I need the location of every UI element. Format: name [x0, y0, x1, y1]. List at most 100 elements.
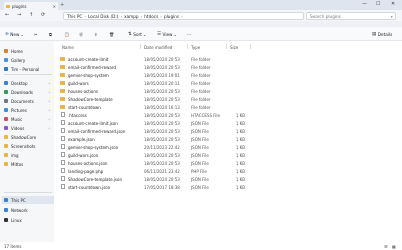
column-header-size[interactable]: Size — [230, 45, 238, 50]
file-row[interactable]: account-create-limit.json 18/05/2024 20:5… — [54, 119, 402, 126]
file-icon — [60, 136, 65, 141]
maximize-button[interactable]: ☐ — [376, 1, 380, 7]
file-date: 18/05/2024 20:53 — [144, 88, 180, 94]
file-name: start-countdown.json — [68, 184, 111, 190]
sidebar-item-gallery[interactable]: Gallery — [4, 56, 54, 64]
minimize-button[interactable]: — — [362, 1, 367, 7]
tab-close-icon[interactable]: ✕ — [53, 4, 56, 9]
sidebar-item-downloads[interactable]: Downloads ⊹ — [4, 88, 54, 96]
file-date: 18/05/2024 16:13 — [144, 104, 180, 110]
breadcrumb-local-disk[interactable]: Local Disk (D:) — [88, 14, 118, 19]
sort-icon: ⇅ — [128, 32, 132, 37]
cut-button[interactable]: ✂ — [34, 32, 38, 37]
pictures-icon — [4, 108, 8, 112]
file-row[interactable]: guild-wars 18/05/2024 20:11 File folder — [54, 79, 402, 86]
column-divider[interactable] — [226, 44, 227, 49]
sidebar-item-desktop[interactable]: Desktop ⊹ — [4, 79, 54, 87]
pin-icon: ⊹ — [48, 126, 51, 130]
tab-plugins[interactable]: plugins ✕ — [4, 2, 58, 10]
file-type: File folder — [191, 104, 211, 110]
sidebar-item-this-pc[interactable]: This PC — [2, 196, 54, 204]
file-icon — [60, 112, 65, 117]
file-date: 06/11/2021 23:42 — [144, 168, 180, 174]
file-type: PHP File — [191, 168, 207, 174]
file-icon — [60, 184, 65, 189]
file-row[interactable]: email-confirmed-reward 18/05/2024 20:53 Fi… — [54, 63, 402, 70]
videos-icon — [4, 126, 8, 130]
file-row[interactable]: ShadowCore-template.json 18/05/2024 20:53… — [54, 175, 402, 182]
column-divider[interactable] — [187, 44, 188, 49]
sidebar-item-label: Documents — [11, 98, 34, 104]
paste-button[interactable]: 📋 — [64, 32, 69, 38]
sidebar-item-label: Videos — [11, 125, 25, 131]
file-row[interactable]: example.json 18/05/2024 20:53 JSON File 1 K… — [54, 135, 402, 142]
sidebar-item-documents[interactable]: Documents ⊹ — [4, 97, 54, 105]
file-row[interactable]: ShadowCore-template 18/05/2024 20:53 File … — [54, 95, 402, 102]
breadcrumb-xampp[interactable]: xampp — [124, 14, 138, 19]
more-options-button[interactable]: ··· — [187, 32, 191, 37]
file-icon — [60, 152, 65, 157]
sidebar-item-tim-personal[interactable]: Tim - Personal — [4, 65, 54, 73]
file-date: 18/05/2024 20:53 — [144, 96, 180, 102]
sidebar-item-music[interactable]: Music ⊹ — [4, 115, 54, 123]
file-row[interactable]: gemier-shop-system.json 20/11/2023 22:42 J… — [54, 143, 402, 150]
file-row[interactable]: email-confirmed-reward.json 18/05/2024 20… — [54, 127, 402, 134]
search-input[interactable]: Search plugins ⌕ — [306, 12, 396, 20]
breadcrumb-separator: › — [140, 13, 143, 19]
file-row[interactable]: houses-actions 18/05/2024 20:53 File folde… — [54, 87, 402, 94]
file-date: 18/05/2024 20:53 — [144, 64, 180, 70]
file-row[interactable]: start-countdown.json 17/05/2017 18:38 JSON… — [54, 183, 402, 190]
view-button[interactable]: ☰ View ⌄ — [157, 32, 177, 37]
sidebar-item-home[interactable]: Home — [4, 47, 54, 55]
new-button[interactable]: ⊕ New ⌄ — [5, 32, 24, 37]
copy-button[interactable]: ⧉ — [49, 32, 52, 37]
file-icon — [60, 176, 65, 181]
breadcrumb-plugins[interactable]: plugins — [164, 14, 179, 19]
address-bar[interactable]: This PC › Local Disk (D:) › xampp › htdo… — [63, 12, 304, 20]
sidebar-item-linux[interactable]: Linux — [4, 216, 54, 224]
back-button[interactable]: ← — [5, 12, 9, 18]
details-view-button[interactable]: ☰ — [384, 244, 388, 249]
up-button[interactable]: ↑ — [29, 12, 33, 18]
breadcrumb-htdocs[interactable]: htdocs — [144, 14, 158, 19]
column-divider[interactable] — [250, 44, 251, 49]
sidebar-item-pictures[interactable]: Pictures ⊹ — [4, 106, 54, 114]
column-header-name[interactable]: Name — [62, 45, 74, 50]
rename-button[interactable]: Ⓐ — [79, 32, 83, 38]
column-header-type[interactable]: Type — [191, 45, 200, 50]
sort-button[interactable]: ⇅ Sort ⌄ — [128, 32, 146, 37]
column-header-date[interactable]: Date modified — [144, 45, 172, 50]
close-window-button[interactable]: ✕ — [391, 1, 395, 7]
refresh-button[interactable]: ⟳ — [41, 12, 45, 18]
file-type: HTACCESS File — [191, 112, 220, 118]
sidebar-item-label: Gallery — [11, 57, 26, 63]
file-row[interactable]: houses-actions.json 18/05/2024 20:53 JSON … — [54, 159, 402, 166]
sidebar-item-screenshots[interactable]: Screenshots — [4, 142, 54, 150]
file-row[interactable]: guild-wars.json 18/05/2024 20:53 JSON File… — [54, 151, 402, 158]
file-date: 18/05/2024 20:53 — [144, 112, 180, 118]
tiles-view-button[interactable]: ▦ — [392, 244, 396, 249]
new-tab-button[interactable]: + — [60, 2, 64, 8]
sidebar-item-network[interactable]: Network — [4, 206, 54, 214]
file-row[interactable]: account-create-limit 18/05/2024 20:53 File… — [54, 55, 402, 62]
file-name: ShadowCore-template.json — [68, 176, 122, 182]
delete-button[interactable]: 🗑 — [109, 32, 114, 38]
file-type: JSON File — [191, 160, 209, 166]
sidebar-item-mittos[interactable]: Mittos — [4, 160, 54, 168]
details-pane-button[interactable]: ▤ Details — [372, 32, 392, 37]
share-button[interactable]: ⇪ — [94, 32, 98, 37]
forward-button[interactable]: → — [17, 12, 21, 18]
file-name: gemier-shop-system.json — [68, 144, 119, 150]
file-row[interactable]: landing-page.php 06/11/2021 23:42 PHP File… — [54, 167, 402, 174]
file-row[interactable]: .htaccess 18/05/2024 20:53 HTACCESS File 1 … — [54, 111, 402, 118]
file-name: houses-actions — [68, 88, 98, 94]
file-row[interactable]: gemier-shop-system 18/05/2024 19:01 File f… — [54, 71, 402, 78]
file-name: start-countdown — [68, 104, 101, 110]
breadcrumb-this-pc[interactable]: This PC — [67, 14, 82, 19]
column-divider[interactable] — [140, 44, 141, 49]
folder-icon — [60, 64, 65, 69]
sidebar-item-videos[interactable]: Videos ⊹ — [4, 124, 54, 132]
sidebar-item-shadowcore[interactable]: ShadowCore — [4, 133, 54, 141]
file-row[interactable]: start-countdown 18/05/2024 16:13 File fold… — [54, 103, 402, 110]
sidebar-item-img[interactable]: img — [4, 151, 54, 159]
